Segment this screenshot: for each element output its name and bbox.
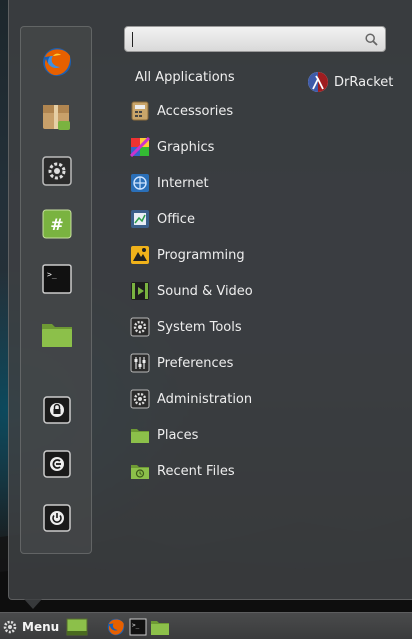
taskbar: Menu >_ xyxy=(0,612,412,639)
shutdown-icon[interactable] xyxy=(40,501,74,535)
category-label: System Tools xyxy=(157,319,242,335)
accessories-icon xyxy=(129,100,151,122)
firefox-icon xyxy=(107,618,125,636)
category-label: Graphics xyxy=(157,139,215,155)
category-internet[interactable]: Internet xyxy=(129,170,209,196)
svg-text:>_: >_ xyxy=(47,270,57,279)
category-graphics[interactable]: Graphics xyxy=(129,134,214,160)
category-system-tools[interactable]: System Tools xyxy=(129,314,242,340)
files-folder-icon[interactable] xyxy=(40,317,74,351)
logout-icon[interactable] xyxy=(40,447,74,481)
category-accessories[interactable]: Accessories xyxy=(129,98,233,124)
internet-icon xyxy=(129,172,151,194)
menu-gear-icon xyxy=(3,620,17,634)
search-box[interactable] xyxy=(124,26,386,52)
graphics-icon xyxy=(129,136,151,158)
search-input[interactable] xyxy=(131,30,360,50)
category-label: Recent Files xyxy=(157,463,235,479)
category-label: Sound & Video xyxy=(157,283,253,299)
favorites-sidebar: # >_ xyxy=(20,26,92,554)
app-item-drracket[interactable]: DrRacket xyxy=(307,71,393,93)
programming-icon xyxy=(129,244,151,266)
administration-icon xyxy=(129,388,151,410)
software-manager-icon[interactable] xyxy=(40,100,74,134)
desktop-icon xyxy=(66,618,88,636)
taskbar-terminal[interactable]: >_ xyxy=(127,616,149,638)
firefox-icon[interactable] xyxy=(40,45,74,79)
drracket-icon xyxy=(307,71,329,93)
category-label: Administration xyxy=(157,391,253,407)
svg-text:>_: >_ xyxy=(132,622,140,629)
menu-button[interactable]: Menu xyxy=(2,617,59,637)
all-applications-category[interactable]: All Applications xyxy=(135,70,235,85)
category-label: Programming xyxy=(157,247,245,263)
search-icon[interactable] xyxy=(365,33,378,46)
category-label: Internet xyxy=(157,175,209,191)
category-label: Office xyxy=(157,211,195,227)
system-tools-icon xyxy=(129,316,151,338)
terminal-icon[interactable]: >_ xyxy=(40,262,74,296)
system-settings-icon[interactable] xyxy=(40,154,74,188)
app-label: DrRacket xyxy=(334,74,394,90)
category-administration[interactable]: Administration xyxy=(129,386,252,412)
category-recent-files[interactable]: Recent Files xyxy=(129,458,235,484)
category-preferences[interactable]: Preferences xyxy=(129,350,233,376)
taskbar-files[interactable] xyxy=(149,616,171,638)
preferences-icon xyxy=(129,352,151,374)
category-programming[interactable]: Programming xyxy=(129,242,245,268)
category-sound-video[interactable]: Sound & Video xyxy=(129,278,253,304)
office-icon xyxy=(129,208,151,230)
svg-text:#: # xyxy=(50,215,63,234)
category-label: Accessories xyxy=(157,103,234,119)
files-folder-icon xyxy=(151,621,169,635)
places-icon xyxy=(129,424,151,446)
category-office[interactable]: Office xyxy=(129,206,195,232)
sound-video-icon xyxy=(129,280,151,302)
show-desktop-button[interactable] xyxy=(66,616,88,638)
text-cursor xyxy=(132,32,133,47)
menu-pointer-arrow xyxy=(24,599,42,609)
menu-label: Menu xyxy=(22,620,60,634)
terminal-icon-green[interactable]: # xyxy=(40,207,74,241)
recent-files-icon xyxy=(129,460,151,482)
taskbar-firefox[interactable] xyxy=(105,616,127,638)
category-places[interactable]: Places xyxy=(129,422,198,448)
category-label: Places xyxy=(157,427,199,443)
lock-screen-icon[interactable] xyxy=(40,393,74,427)
terminal-icon: >_ xyxy=(129,618,147,636)
category-label: Preferences xyxy=(157,355,234,371)
